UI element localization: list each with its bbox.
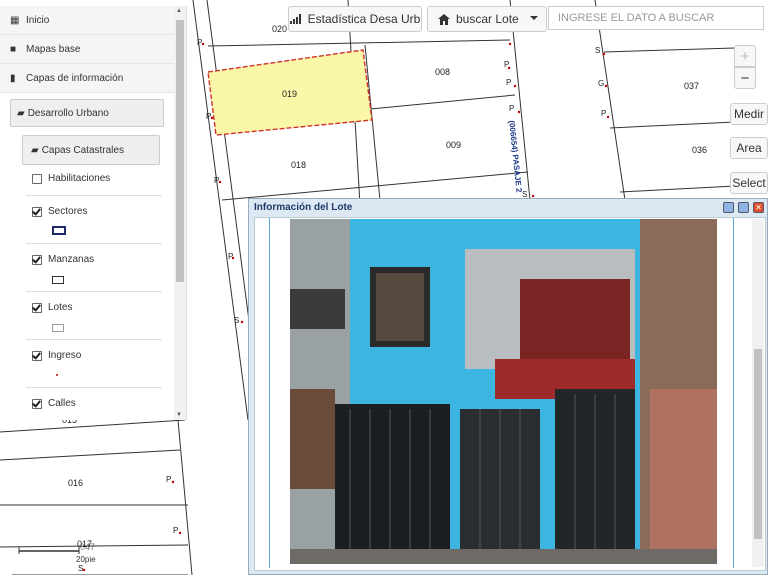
checkbox[interactable] [32,398,42,409]
sidebar-item-label: Mapas base [26,43,81,55]
window-title: Información del Lote [254,202,353,213]
point-label: P [509,104,515,113]
minimize-icon[interactable] [723,202,734,213]
checkbox[interactable] [32,173,42,184]
group-label: Desarrollo Urbano [27,107,109,119]
point-label: P [173,526,179,535]
point-label: S [234,316,240,325]
grid-icon: ▦ [10,14,20,26]
folder-open-icon: ▰ [17,107,25,119]
frame-line [733,218,734,568]
checkbox[interactable] [32,206,42,217]
sidebar-scrollbar[interactable]: ▲ ▼ [174,6,186,420]
checkbox[interactable] [32,350,42,361]
frame-line [269,218,270,568]
point-label: P [228,252,234,261]
ingreso-legend-symbol [56,374,58,376]
sidebar-item-label: Capas de información [26,72,124,84]
book-icon: ▮ [10,72,16,84]
lot-label: 036 [692,145,708,155]
button-label: buscar Lote [456,12,519,26]
point-label: P [214,176,220,185]
caret-down-icon [530,16,538,20]
zoom-out-button[interactable]: − [734,67,756,89]
checkbox[interactable] [32,254,42,265]
point-label: P [166,475,172,484]
layer-label: Habilitaciones [48,173,111,184]
sidebar-item-label: Inicio [26,14,50,26]
lot-label: 018 [291,160,307,170]
group-label: Capas Catastrales [41,144,124,156]
lot-label: 016 [68,478,84,488]
window-body [254,217,766,571]
layer-lotes[interactable]: Lotes [32,302,72,313]
estadistica-button[interactable]: Estadística Desa Urb [288,6,422,32]
layers-sidebar: ▦ Inicio ■ Mapas base ▮ Capas de informa… [0,6,187,420]
divider [26,291,162,292]
layer-label: Ingreso [48,350,82,361]
divider [26,387,162,388]
lot-info-window: Información del Lote ✕ [248,198,768,575]
lot-label: 008 [435,67,451,77]
home-icon [438,13,450,25]
buscar-lote-dropdown[interactable]: buscar Lote [427,6,547,32]
point-label: P [197,38,203,47]
layer-manzanas[interactable]: Manzanas [32,254,94,265]
zoom-in-button[interactable]: + [734,45,756,67]
bar-chart-icon [289,14,301,24]
divider [26,195,162,196]
layer-label: Sectores [48,206,88,217]
building-photo-graphic [290,219,717,564]
medir-button[interactable]: Medir [730,103,768,125]
lot-label: 037 [684,81,700,91]
scale-bar-graphic [18,547,80,554]
sidebar-item-inicio[interactable]: ▦ Inicio [0,6,186,35]
folder-icon: ■ [10,43,17,55]
scrollbar-thumb[interactable] [754,349,762,539]
lot-photo [290,219,717,564]
point-label: S [78,564,84,573]
sidebar-item-mapas-base[interactable]: ■ Mapas base [0,35,186,64]
scrollbar-thumb[interactable] [176,20,184,282]
layer-calles[interactable]: Calles [32,398,76,409]
divider [26,243,162,244]
button-label: Estadística Desa Urb [307,12,421,26]
window-scrollbar[interactable] [752,219,764,567]
lot-label: 009 [446,140,462,150]
close-icon[interactable]: ✕ [753,202,764,213]
layer-label: Manzanas [48,254,95,265]
layer-habilitaciones[interactable]: Habilitaciones [32,173,110,184]
folder-open-icon: ▰ [31,144,39,156]
scroll-up-arrow-icon[interactable]: ▲ [176,8,182,14]
maximize-icon[interactable] [738,202,749,213]
manzanas-legend-symbol [52,276,64,284]
group-capas-catastrales[interactable]: ▰ Capas Catastrales [22,135,160,165]
layer-sectores[interactable]: Sectores [32,206,87,217]
scroll-down-arrow-icon[interactable]: ▼ [176,412,182,418]
divider [26,339,162,340]
scale-label: 20pie [76,555,96,564]
layer-label: Lotes [48,302,73,313]
select-button[interactable]: Select [730,172,768,194]
group-desarrollo-urbano[interactable]: ▰ Desarrollo Urbano [10,99,164,127]
point-label: P [601,109,607,118]
layer-ingreso[interactable]: Ingreso [32,350,81,361]
lot-label: 020 [272,24,288,34]
checkbox[interactable] [32,302,42,313]
lot-label: 019 [282,89,298,99]
sidebar-item-capas-informacion[interactable]: ▮ Capas de información [0,64,186,93]
lotes-legend-symbol [52,324,64,332]
point-label: G [598,79,605,88]
area-button[interactable]: Area [730,137,768,159]
search-input[interactable]: INGRESE EL DATO A BUSCAR [548,6,764,30]
point-label: S [595,46,601,55]
layer-label: Calles [48,398,76,409]
point-label: P [506,78,512,87]
point-label: P [206,112,212,121]
sectores-legend-symbol [52,226,66,235]
search-placeholder: INGRESE EL DATO A BUSCAR [558,12,715,24]
point-label: P [504,60,510,69]
